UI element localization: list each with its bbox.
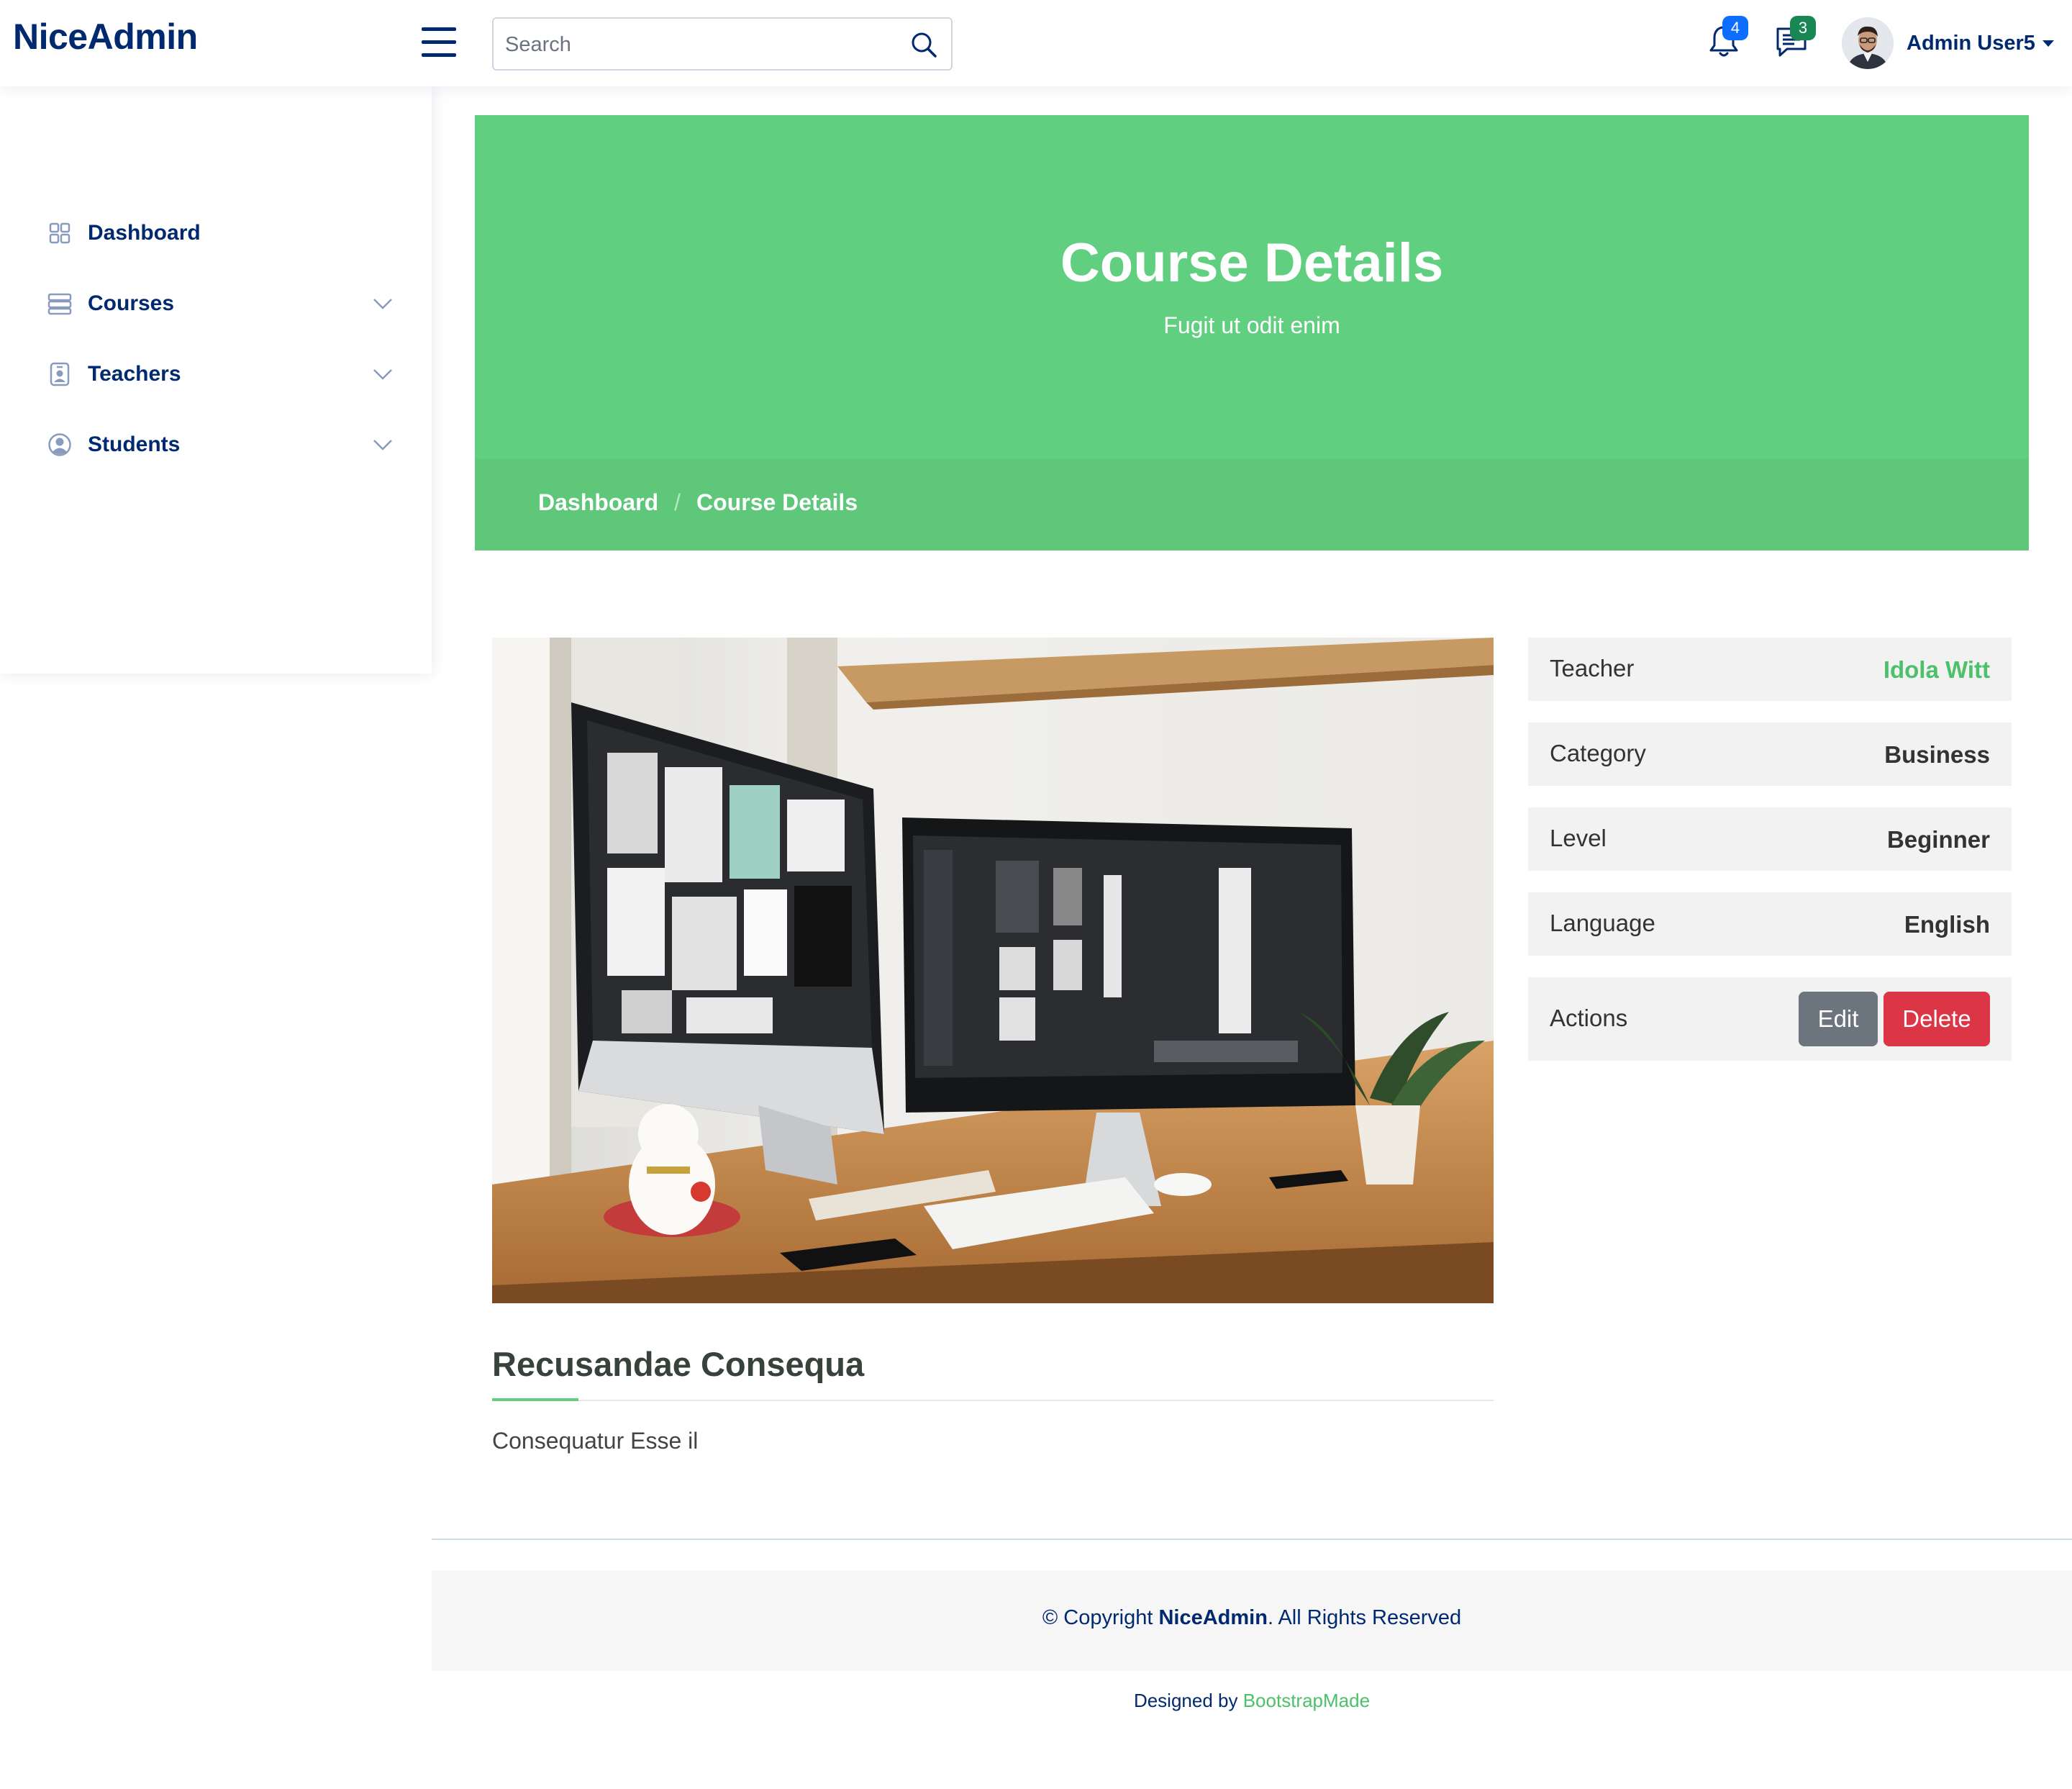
messages-button[interactable]: 3: [1771, 16, 1816, 62]
copyright: © Copyright NiceAdmin. All Rights Reserv…: [432, 1606, 2072, 1630]
language-label: Language: [1550, 910, 1655, 936]
caret-down-icon: [2042, 40, 2054, 47]
level-label: Level: [1550, 825, 1607, 851]
layout-list-icon: [47, 291, 72, 316]
breadcrumb-separator: /: [674, 489, 681, 515]
logo[interactable]: NiceAdmin: [13, 16, 198, 58]
sidebar-item-teachers[interactable]: Teachers: [47, 353, 393, 396]
avatar: [1842, 17, 1894, 69]
category-value: Business: [1884, 741, 1990, 768]
search-icon: [912, 32, 937, 58]
menu-bar: [422, 40, 456, 44]
level-value: Beginner: [1886, 826, 1990, 853]
search-button[interactable]: [909, 30, 938, 59]
delete-button[interactable]: Delete: [1884, 992, 1990, 1046]
teacher-link[interactable]: Idola Witt: [1884, 656, 1990, 684]
actions-row: Actions Edit Delete: [1528, 977, 2012, 1061]
notifications-badge: 4: [1722, 16, 1748, 40]
course-description: Consequatur Esse il: [492, 1428, 699, 1454]
teacher-row: Teacher Idola Witt: [1528, 638, 2012, 701]
sidebar-item-label: Students: [88, 432, 181, 456]
credits-prefix: Designed by: [1133, 1690, 1238, 1711]
footer: © Copyright NiceAdmin. All Rights Reserv…: [432, 1570, 2072, 1671]
level-row: Level Beginner: [1528, 807, 2012, 871]
chevron-down-icon: [373, 299, 392, 309]
person-circle-icon: [47, 432, 72, 457]
notifications-button[interactable]: 4: [1704, 16, 1748, 62]
menu-bar: [422, 27, 456, 31]
toggle-sidebar-button[interactable]: [422, 27, 456, 59]
divider: [492, 1400, 1494, 1401]
designer-link[interactable]: BootstrapMade: [1243, 1690, 1370, 1711]
sidebar-item-label: Courses: [88, 291, 175, 315]
teacher-label: Teacher: [1550, 655, 1635, 681]
course-image: [492, 638, 1494, 1303]
grid-icon: [47, 221, 72, 245]
sidebar-item-label: Dashboard: [88, 221, 201, 245]
credits: Designed by BootstrapMade: [432, 1690, 2072, 1712]
search-bar: [492, 17, 953, 71]
sidebar-item-students[interactable]: Students: [47, 423, 393, 466]
menu-bar: [422, 53, 456, 57]
actions-label: Actions: [1550, 1005, 1628, 1031]
top-header: NiceAdmin 4 3: [0, 0, 2072, 86]
category-label: Category: [1550, 740, 1646, 766]
profile-dropdown[interactable]: Admin User5: [1842, 17, 2054, 69]
profile-name: Admin User5: [1907, 31, 2035, 55]
copyright-prefix: © Copyright: [1042, 1606, 1153, 1629]
course-title: Recusandae Consequa: [492, 1345, 865, 1383]
person-badge-icon: [47, 362, 72, 386]
breadcrumb-dashboard-link[interactable]: Dashboard: [538, 489, 658, 516]
sidebar-item-courses[interactable]: Courses: [47, 282, 393, 325]
category-row: Category Business: [1528, 723, 2012, 786]
edit-button[interactable]: Edit: [1799, 992, 1878, 1046]
language-row: Language English: [1528, 892, 2012, 956]
breadcrumb-current: Course Details: [696, 489, 858, 515]
title-accent: [492, 1398, 578, 1401]
sidebar-item-dashboard[interactable]: Dashboard: [47, 212, 393, 255]
copyright-suffix: . All Rights Reserved: [1267, 1606, 1462, 1629]
chevron-down-icon: [373, 369, 392, 380]
copyright-brand: NiceAdmin: [1158, 1606, 1268, 1629]
page-hero: Course Details Fugit ut odit enim Dashbo…: [475, 115, 2029, 551]
chevron-down-icon: [373, 440, 392, 450]
breadcrumb-bar: Dashboard / Course Details: [475, 459, 2029, 551]
page-subtitle: Fugit ut odit enim: [1163, 312, 1340, 338]
page-title: Course Details: [1060, 232, 1444, 294]
language-value: English: [1904, 911, 1990, 938]
sidebar: Dashboard Courses Teachers Students: [0, 86, 432, 674]
sidebar-item-label: Teachers: [88, 362, 181, 386]
breadcrumb: Dashboard / Course Details: [538, 489, 858, 516]
search-input[interactable]: [505, 29, 894, 60]
footer-divider: [432, 1539, 2072, 1540]
messages-badge: 3: [1790, 16, 1816, 40]
